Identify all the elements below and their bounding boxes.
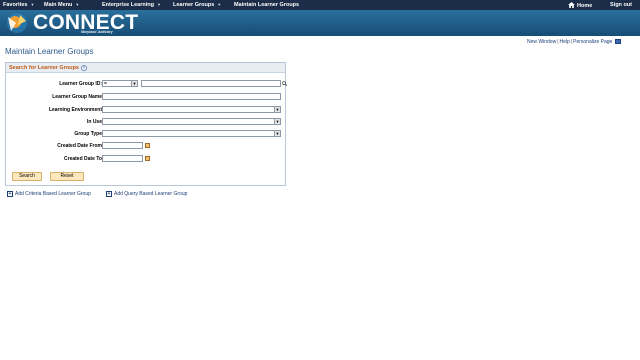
help-link[interactable]: Help [560, 39, 570, 45]
chevron-down-icon: ▼ [30, 2, 35, 7]
nav-favorites-label: Favorites [3, 2, 28, 8]
add-query-based-group-link[interactable]: + Add Query Based Learner Group [106, 191, 187, 197]
nav-main-menu-label: Main Menu [44, 2, 73, 8]
home-label: Home [577, 3, 593, 9]
reset-button[interactable]: Reset [50, 172, 84, 181]
created-date-to-input[interactable] [102, 155, 143, 162]
learner-group-id-input[interactable] [141, 80, 281, 87]
learner-group-id-label: Learner Group ID: [59, 81, 102, 87]
nav-main-menu[interactable]: Main Menu ▼ [44, 2, 79, 8]
separator: | [570, 39, 573, 45]
personalize-page-link[interactable]: Personalize Page [573, 39, 612, 45]
page-title: Maintain Learner Groups [5, 47, 94, 56]
search-panel-title: Search for Learner Groups [9, 65, 79, 71]
nav-learner-groups[interactable]: Learner Groups ▼ [173, 2, 221, 8]
created-date-from-input[interactable] [102, 142, 143, 149]
home-link[interactable]: Home [568, 2, 592, 9]
home-icon [568, 2, 575, 8]
top-navigation-bar: Favorites ▼ Main Menu ▼ Enterprise Learnin… [0, 0, 640, 10]
add-criteria-based-group-link[interactable]: + Add Criteria Based Learner Group [7, 191, 91, 197]
learning-environment-label: Learning Environment [48, 107, 102, 113]
learning-environment-select[interactable]: ▼ [102, 106, 281, 113]
created-date-from-label: Created Date From [57, 143, 102, 149]
nav-current-page: Maintain Learner Groups [234, 2, 300, 8]
page-options-icon[interactable] [615, 39, 622, 44]
help-icon[interactable]: ? [81, 65, 87, 71]
separator: | [557, 39, 559, 45]
in-use-select[interactable]: ▼ [102, 118, 281, 125]
search-button[interactable]: Search [12, 172, 42, 181]
group-type-select[interactable]: ▼ [102, 130, 281, 137]
plus-icon: + [106, 191, 112, 197]
search-panel: Search for Learner Groups? Learner Group… [5, 62, 287, 186]
learner-group-name-input[interactable] [102, 93, 281, 100]
header-banner: CONNECT Maryland Judiciary [0, 10, 640, 36]
learner-group-id-operator-select[interactable]: = ▼ [102, 80, 138, 87]
dropdown-arrow-icon: ▼ [274, 119, 280, 124]
utility-links: New Window|Help|Personalize Page [527, 39, 622, 45]
created-date-to-label: Created Date To [64, 156, 102, 162]
nav-enterprise-learning-label: Enterprise Learning [102, 2, 154, 8]
group-type-label: Group Type [74, 131, 102, 137]
in-use-label: In Use [86, 119, 102, 125]
lookup-search-icon[interactable] [282, 81, 287, 86]
add-criteria-label: Add Criteria Based Learner Group [15, 191, 91, 197]
connect-logo-icon [7, 13, 27, 33]
chevron-down-icon: ▼ [217, 2, 222, 7]
nav-enterprise-learning[interactable]: Enterprise Learning ▼ [102, 2, 161, 8]
search-panel-header: Search for Learner Groups? [6, 63, 285, 73]
nav-favorites[interactable]: Favorites ▼ [3, 2, 34, 8]
operator-value: = [104, 81, 107, 87]
dropdown-arrow-icon: ▼ [131, 81, 137, 86]
brand-subtitle: Maryland Judiciary [81, 30, 113, 34]
dropdown-arrow-icon: ▼ [274, 107, 280, 112]
new-window-link[interactable]: New Window [527, 39, 556, 45]
add-query-label: Add Query Based Learner Group [114, 191, 188, 197]
calendar-icon[interactable] [145, 156, 150, 161]
nav-learner-groups-label: Learner Groups [173, 2, 215, 8]
sign-out-link[interactable]: Sign out [610, 2, 632, 8]
learner-group-name-label: Learner Group Name [52, 94, 102, 100]
calendar-icon[interactable] [145, 143, 150, 148]
chevron-down-icon: ▼ [75, 2, 80, 7]
dropdown-arrow-icon: ▼ [274, 131, 280, 136]
chevron-down-icon: ▼ [156, 2, 161, 7]
plus-icon: + [7, 191, 13, 197]
